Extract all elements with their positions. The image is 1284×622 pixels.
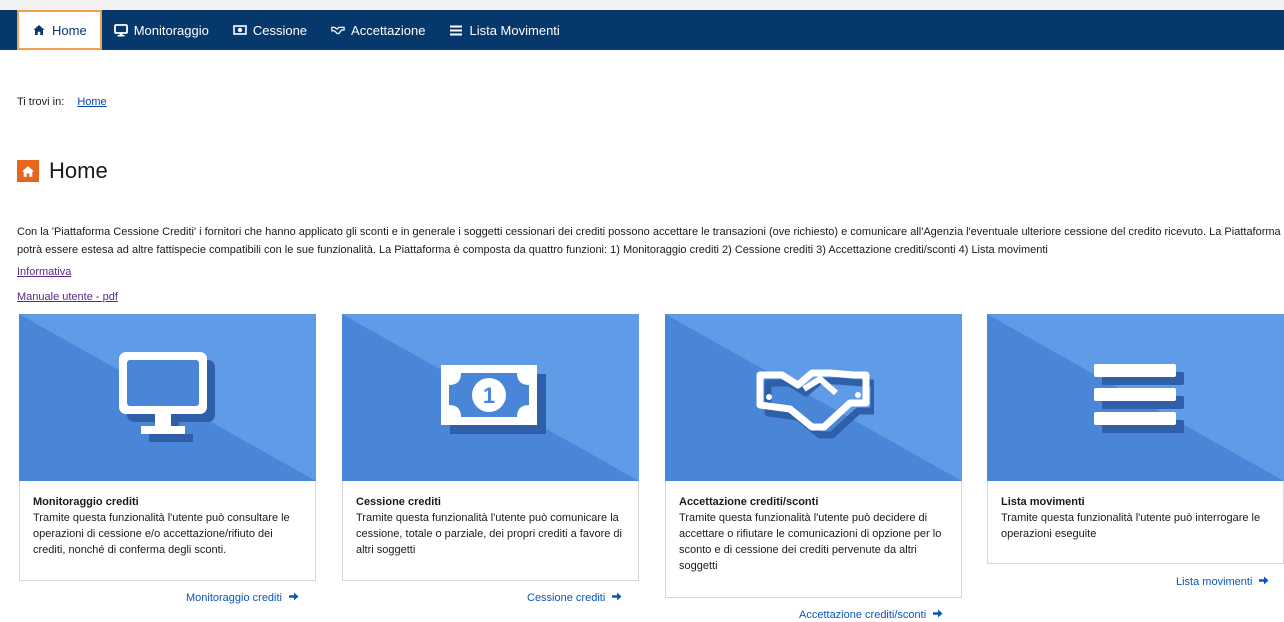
card-cessione-image[interactable]: 1 <box>342 314 639 481</box>
nav-home-label: Home <box>52 22 87 38</box>
card-cessione-text: Tramite questa funzionalità l'utente può… <box>356 512 622 556</box>
nav-lista-movimenti-label: Lista Movimenti <box>469 22 560 38</box>
card-cessione-title: Cessione crediti <box>356 496 441 508</box>
card-lista-movimenti-body: Lista movimenti Tramite questa funzional… <box>987 481 1284 564</box>
nav-home[interactable]: Home <box>17 10 102 50</box>
arrow-right-icon <box>288 591 299 605</box>
breadcrumb: Ti trovi in: Home <box>17 96 107 108</box>
handshake-icon <box>756 369 874 438</box>
manuale-utente-link[interactable]: Manuale utente - pdf <box>17 291 118 303</box>
card-cessione-link-label: Cessione crediti <box>527 592 606 604</box>
card-lista-movimenti-text: Tramite questa funzionalità l'utente può… <box>1001 512 1261 540</box>
list-icon <box>1093 363 1184 433</box>
card-monitoraggio: Monitoraggio crediti Tramite questa funz… <box>19 314 316 581</box>
card-monitoraggio-title: Monitoraggio crediti <box>33 496 139 508</box>
page-title-text: Home <box>49 158 108 183</box>
card-monitoraggio-link-label: Monitoraggio crediti <box>186 592 282 604</box>
card-cessione: 1 Cessione crediti Tramite questa funzio… <box>342 314 639 581</box>
card-cessione-body: Cessione crediti Tramite questa funziona… <box>342 481 639 581</box>
home-icon <box>17 160 39 182</box>
card-accettazione: Accettazione crediti/sconti Tramite ques… <box>665 314 962 598</box>
card-accettazione-text: Tramite questa funzionalità l'utente può… <box>679 512 942 572</box>
card-accettazione-body: Accettazione crediti/sconti Tramite ques… <box>665 481 962 598</box>
nav-accettazione[interactable]: Accettazione <box>319 10 437 50</box>
card-monitoraggio-body: Monitoraggio crediti Tramite questa funz… <box>19 481 316 581</box>
top-strip <box>0 0 1284 10</box>
card-monitoraggio-image[interactable] <box>19 314 316 481</box>
handshake-icon <box>331 23 345 37</box>
card-lista-movimenti-link[interactable]: Lista movimenti <box>1176 575 1269 589</box>
nav-cessione[interactable]: Cessione <box>221 10 319 50</box>
nav-accettazione-label: Accettazione <box>351 22 426 38</box>
breadcrumb-home-link[interactable]: Home <box>77 96 106 108</box>
list-icon <box>449 23 463 37</box>
card-lista-movimenti-title: Lista movimenti <box>1001 496 1085 508</box>
monitor-icon <box>118 351 215 442</box>
monitor-icon <box>113 23 128 37</box>
nav-lista-movimenti[interactable]: Lista Movimenti <box>437 10 571 50</box>
home-icon <box>32 23 46 37</box>
card-accettazione-image[interactable] <box>665 314 962 481</box>
arrow-right-icon <box>1258 575 1269 589</box>
informativa-link[interactable]: Informativa <box>17 266 71 278</box>
nav-monitoraggio-label: Monitoraggio <box>133 22 209 38</box>
card-monitoraggio-text: Tramite questa funzionalità l'utente può… <box>33 512 290 556</box>
card-accettazione-title: Accettazione crediti/sconti <box>679 496 819 508</box>
card-accettazione-link-label: Accettazione crediti/sconti <box>799 609 927 621</box>
money-icon: 1 <box>440 364 546 434</box>
arrow-right-icon <box>611 591 622 605</box>
breadcrumb-prefix: Ti trovi in: <box>17 96 65 108</box>
card-lista-movimenti: Lista movimenti Tramite questa funzional… <box>987 314 1284 564</box>
svg-text:1: 1 <box>482 383 494 408</box>
main-navbar: Home Monitoraggio Cessione Accettazione … <box>0 10 1284 50</box>
card-lista-movimenti-image[interactable] <box>987 314 1284 481</box>
page-title: Home <box>17 158 108 184</box>
nav-monitoraggio[interactable]: Monitoraggio <box>102 10 221 50</box>
nav-cessione-label: Cessione <box>252 22 308 38</box>
card-cessione-link[interactable]: Cessione crediti <box>527 591 622 605</box>
money-icon <box>233 23 247 37</box>
page-description: Con la 'Piattaforma Cessione Crediti' i … <box>17 226 1281 256</box>
card-monitoraggio-link[interactable]: Monitoraggio crediti <box>186 591 299 605</box>
card-lista-movimenti-link-label: Lista movimenti <box>1176 576 1253 588</box>
